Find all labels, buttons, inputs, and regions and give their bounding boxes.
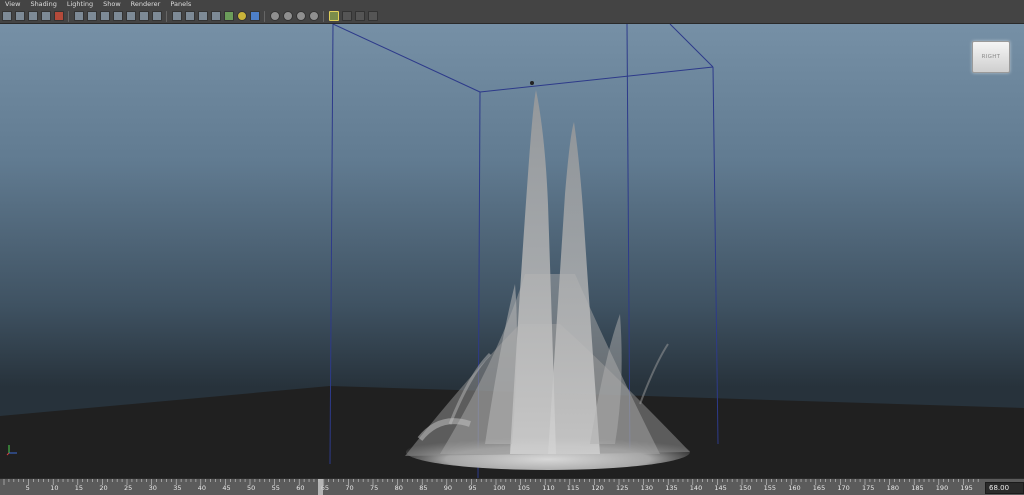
time-tick-label: 115 — [566, 484, 580, 492]
current-time-indicator[interactable] — [318, 479, 323, 495]
time-tick-label: 35 — [173, 484, 182, 492]
time-slider[interactable]: 5 10 15 20 25 30 35 40 45 50 55 60 65 70 75 80 85 90 95 100… — [0, 478, 1024, 495]
smooth-shade-icon[interactable] — [184, 11, 195, 21]
time-tick-label: 175 — [862, 484, 875, 492]
time-tick-label: 75 — [370, 484, 379, 492]
time-tick-label: 40 — [197, 484, 207, 492]
time-tick-label: 30 — [148, 484, 157, 492]
use-default-material-icon[interactable] — [197, 11, 208, 21]
safe-action-icon[interactable] — [138, 11, 149, 21]
menu-renderer[interactable]: Renderer — [126, 0, 166, 9]
time-tick-label: 70 — [345, 484, 354, 492]
menu-show[interactable]: Show — [98, 0, 126, 9]
toolbar-separator — [323, 10, 324, 22]
time-tick-label: 45 — [222, 484, 231, 492]
menu-lighting[interactable]: Lighting — [62, 0, 98, 9]
time-tick-label: 60 — [296, 484, 305, 492]
resolution-gate-icon[interactable] — [99, 11, 110, 21]
film-gate-icon[interactable] — [86, 11, 97, 21]
time-tick-label: 180 — [886, 484, 900, 492]
time-tick-label: 80 — [394, 484, 403, 492]
toolbar-separator — [166, 10, 167, 22]
time-tick-label: 5 — [25, 484, 30, 492]
depth-of-field-icon[interactable] — [308, 11, 319, 21]
time-tick-label: 140 — [689, 484, 703, 492]
time-tick-label: 105 — [517, 484, 531, 492]
time-tick-label: 185 — [911, 484, 924, 492]
wireframe-icon[interactable] — [171, 11, 182, 21]
lights-icon[interactable] — [236, 11, 247, 21]
time-tick-label: 130 — [640, 484, 654, 492]
time-tick-label: 85 — [419, 484, 428, 492]
fluid-splash-simulation[interactable] — [405, 81, 690, 470]
image-plane-icon[interactable] — [40, 11, 51, 21]
time-tick-label: 15 — [74, 484, 84, 492]
3d-viewport[interactable]: RIGHT — [0, 24, 1024, 478]
wireframe-on-shaded-icon[interactable] — [210, 11, 221, 21]
menu-shading[interactable]: Shading — [25, 0, 61, 9]
grease-pencil-icon[interactable] — [53, 11, 64, 21]
panel-toolbar — [0, 9, 1024, 24]
time-tick-label: 195 — [960, 484, 973, 492]
time-tick-label: 55 — [271, 484, 280, 492]
xray-icon[interactable] — [341, 11, 352, 21]
safe-title-icon[interactable] — [151, 11, 162, 21]
time-slider-ticks — [3, 479, 979, 485]
viewcube-label: RIGHT — [981, 54, 1001, 60]
time-tick-label: 100 — [493, 484, 506, 492]
camera-select-icon[interactable] — [1, 11, 12, 21]
time-tick-label: 145 — [714, 484, 727, 492]
viewcube[interactable]: RIGHT — [972, 41, 1010, 73]
toolbar-separator — [264, 10, 265, 22]
time-tick-label: 10 — [50, 484, 59, 492]
shadows-icon[interactable] — [249, 11, 260, 21]
toolbar-separator — [68, 10, 69, 22]
time-tick-label: 150 — [739, 484, 752, 492]
time-tick-label: 135 — [665, 484, 678, 492]
time-tick-label: 110 — [542, 484, 555, 492]
menu-view[interactable]: View — [0, 0, 25, 9]
field-chart-icon[interactable] — [125, 11, 136, 21]
xray-joints-icon[interactable] — [367, 11, 378, 21]
current-frame-field[interactable]: 68.00 — [985, 482, 1024, 494]
time-tick-label: 95 — [468, 484, 477, 492]
time-tick-label: 190 — [935, 484, 949, 492]
multisample-aa-icon[interactable] — [295, 11, 306, 21]
xray-active-components-icon[interactable] — [354, 11, 365, 21]
scene-canvas[interactable] — [0, 24, 1024, 478]
panel-menu-bar: View Shading Lighting Show Renderer Panels — [0, 0, 1024, 9]
time-tick-label: 165 — [812, 484, 826, 492]
grid-icon[interactable] — [73, 11, 84, 21]
time-tick-label: 90 — [443, 484, 453, 492]
time-tick-label: 20 — [99, 484, 108, 492]
screen-space-ao-icon[interactable] — [269, 11, 280, 21]
motion-blur-icon[interactable] — [282, 11, 293, 21]
time-tick-label: 125 — [616, 484, 629, 492]
menu-panels[interactable]: Panels — [165, 0, 196, 9]
time-tick-label: 25 — [124, 484, 133, 492]
time-tick-label: 50 — [247, 484, 256, 492]
bookmarks-icon[interactable] — [27, 11, 38, 21]
isolate-select-icon[interactable] — [328, 11, 339, 21]
camera-attributes-icon[interactable] — [14, 11, 25, 21]
gate-mask-icon[interactable] — [112, 11, 123, 21]
textured-icon[interactable] — [223, 11, 234, 21]
time-tick-label: 155 — [763, 484, 777, 492]
time-tick-label: 120 — [591, 484, 604, 492]
time-tick-label: 160 — [788, 484, 801, 492]
axis-gizmo — [6, 445, 17, 456]
time-tick-label: 170 — [837, 484, 850, 492]
